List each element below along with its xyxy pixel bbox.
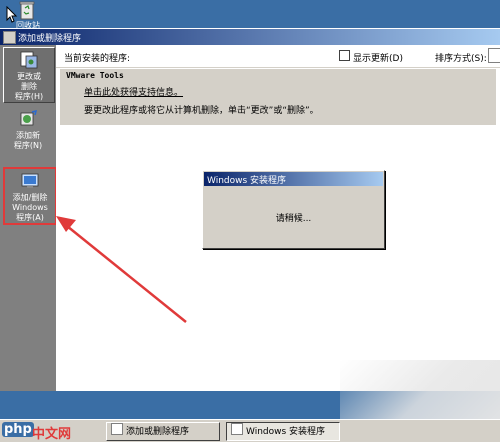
mouse-cursor-icon bbox=[6, 6, 18, 23]
recycle-bin-icon[interactable] bbox=[16, 0, 38, 20]
sidebar-item-label: 添加新 程序(N) bbox=[13, 131, 43, 150]
sidebar-item-label: 添加/删除 Windows 程序(A) bbox=[12, 193, 48, 222]
taskbar-item-windows-installer[interactable]: Windows 安装程序 bbox=[226, 422, 340, 441]
watermark-logo: php bbox=[2, 422, 34, 437]
show-updates-checkbox[interactable] bbox=[339, 50, 350, 61]
windows-components-icon bbox=[21, 173, 39, 188]
support-info-link[interactable]: 单击此处获得支持信息。 bbox=[84, 85, 183, 98]
taskbar-item-label: Windows 安装程序 bbox=[246, 427, 326, 437]
sort-by-select[interactable] bbox=[488, 48, 500, 63]
window-titlebar[interactable]: 添加或删除程序 bbox=[0, 29, 500, 45]
installer-icon bbox=[231, 423, 243, 435]
windows-installer-dialog: Windows 安装程序 请稍候... bbox=[202, 170, 385, 249]
add-new-programs-icon bbox=[20, 109, 38, 126]
sidebar: 更改或 删除 程序(H) 添加新 程序(N) 添加/删除 Windows 程序(… bbox=[0, 45, 57, 391]
program-description: 要更改此程序或将它从计算机删除，单击“更改”或“删除”。 bbox=[84, 106, 319, 116]
sidebar-item-add-remove-windows[interactable]: 添加/删除 Windows 程序(A) bbox=[3, 167, 57, 225]
change-remove-programs-icon bbox=[20, 51, 38, 69]
list-header: 当前安装的程序: 显示更新(D) 排序方式(S): bbox=[56, 45, 500, 68]
program-name: VMware Tools bbox=[66, 71, 124, 80]
sidebar-item-add-new[interactable]: 添加新 程序(N) bbox=[3, 107, 53, 161]
window-title: 添加或删除程序 bbox=[18, 34, 82, 44]
sidebar-item-label: 更改或 删除 程序(H) bbox=[14, 72, 44, 101]
show-updates-label: 显示更新(D) bbox=[353, 54, 403, 64]
sort-by-label: 排序方式(S): bbox=[435, 54, 487, 64]
list-item[interactable]: VMware Tools 单击此处获得支持信息。 要更改此程序或将它从计算机删除… bbox=[60, 69, 496, 125]
dialog-title: Windows 安装程序 bbox=[207, 176, 287, 186]
dialog-titlebar[interactable]: Windows 安装程序 bbox=[204, 172, 383, 186]
sidebar-item-change-remove[interactable]: 更改或 删除 程序(H) bbox=[3, 47, 55, 103]
control-panel-icon bbox=[111, 423, 123, 435]
taskbar-item-label: 添加或删除程序 bbox=[126, 427, 190, 437]
desktop-background bbox=[0, 0, 500, 28]
dialog-message: 请稍候... bbox=[275, 214, 312, 224]
watermark-text: 中文网 bbox=[32, 427, 72, 442]
current-programs-label: 当前安装的程序: bbox=[64, 54, 131, 64]
taskbar-item-add-remove-programs[interactable]: 添加或删除程序 bbox=[106, 422, 220, 441]
control-panel-icon bbox=[3, 31, 16, 44]
taskbar: 添加或删除程序 Windows 安装程序 bbox=[0, 419, 500, 442]
